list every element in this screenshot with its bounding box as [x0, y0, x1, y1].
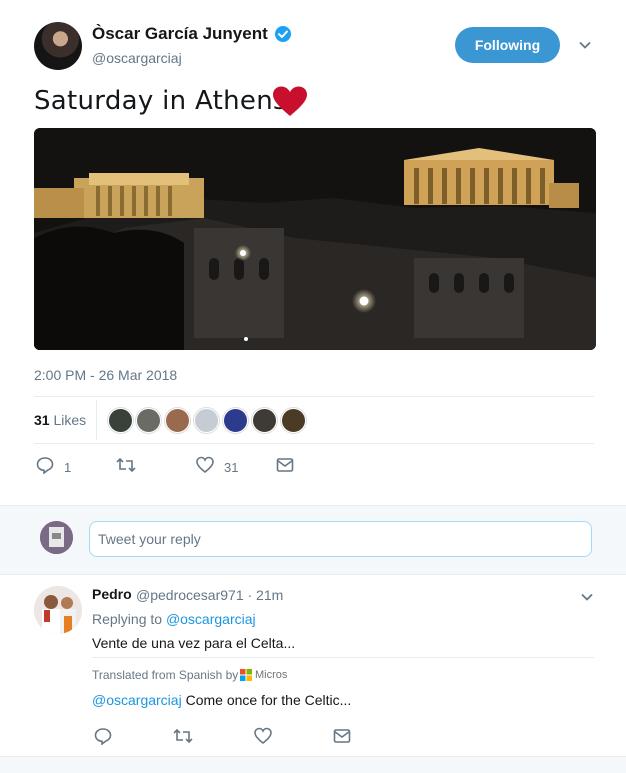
- liker-avatar[interactable]: [252, 408, 277, 433]
- following-button[interactable]: Following: [455, 27, 560, 63]
- reply-button[interactable]: [36, 456, 54, 476]
- message-icon: [276, 458, 294, 472]
- reply-input[interactable]: Tweet your reply: [89, 521, 592, 557]
- replying-to-line: Replying to @oscargarciaj: [92, 611, 256, 627]
- reply-translation: @oscargarciaj Come once for the Celtic..…: [92, 692, 351, 708]
- likes-label: Likes: [53, 412, 87, 428]
- translator-name: Micros: [255, 669, 288, 681]
- like-icon: [196, 456, 214, 474]
- tweet-photo[interactable]: [34, 128, 596, 350]
- verified-badge-icon: [274, 25, 292, 43]
- author-handle[interactable]: @oscargarciaj: [92, 50, 182, 66]
- like-button[interactable]: [196, 456, 214, 476]
- chevron-down-icon[interactable]: [580, 590, 594, 604]
- page-footer-bar: [0, 757, 626, 773]
- liker-avatar[interactable]: [108, 408, 133, 433]
- author-name[interactable]: Òscar García Junyent: [92, 24, 268, 44]
- divider: [92, 657, 594, 658]
- divider: [34, 443, 594, 444]
- message-icon: [333, 729, 351, 743]
- reply-icon: [94, 728, 112, 745]
- message-button[interactable]: [276, 456, 294, 476]
- likes-count[interactable]: 31 Likes: [34, 412, 86, 428]
- divider: [34, 396, 594, 397]
- tweet-timestamp[interactable]: 2:00 PM - 26 Mar 2018: [34, 367, 177, 383]
- likes-separator: [96, 400, 97, 440]
- liker-avatar[interactable]: [136, 408, 161, 433]
- replying-label: Replying to: [92, 611, 163, 627]
- reply-author-name[interactable]: Pedro: [92, 586, 132, 602]
- liker-avatar[interactable]: [194, 408, 219, 433]
- chevron-down-icon[interactable]: [578, 38, 592, 52]
- current-user-avatar[interactable]: [40, 521, 73, 554]
- reply-icon: [36, 457, 54, 474]
- liker-avatar[interactable]: [165, 408, 190, 433]
- reply-author-meta[interactable]: @pedrocesar971 · 21m: [136, 587, 283, 603]
- replying-to-link[interactable]: @oscargarciaj: [166, 611, 256, 627]
- reply-count: 1: [64, 460, 72, 475]
- liker-avatar[interactable]: [281, 408, 306, 433]
- microsoft-logo-icon: [240, 669, 252, 681]
- retweet-icon: [116, 457, 136, 473]
- reply-like-button[interactable]: [254, 727, 272, 747]
- reply-text: Vente de una vez para el Celta...: [92, 635, 296, 651]
- retweet-icon: [173, 728, 193, 744]
- reply-message-button[interactable]: [333, 727, 351, 747]
- author-avatar[interactable]: [34, 22, 82, 70]
- heart-emoji-icon: [272, 86, 308, 118]
- retweet-button[interactable]: [116, 456, 136, 476]
- likes-number: 31: [34, 412, 50, 428]
- like-icon: [254, 727, 272, 745]
- translation-mention-link[interactable]: @oscargarciaj: [92, 692, 182, 708]
- like-count: 31: [224, 460, 239, 475]
- tweet-text: Saturday in Athens: [34, 86, 287, 116]
- reply-retweet-button[interactable]: [173, 727, 193, 747]
- translated-label: Translated from Spanish by: [92, 668, 239, 682]
- reply-author-avatar[interactable]: [34, 586, 82, 634]
- translation-text: Come once for the Celtic...: [185, 692, 352, 708]
- reply-reply-button[interactable]: [94, 727, 112, 747]
- liker-avatar[interactable]: [223, 408, 248, 433]
